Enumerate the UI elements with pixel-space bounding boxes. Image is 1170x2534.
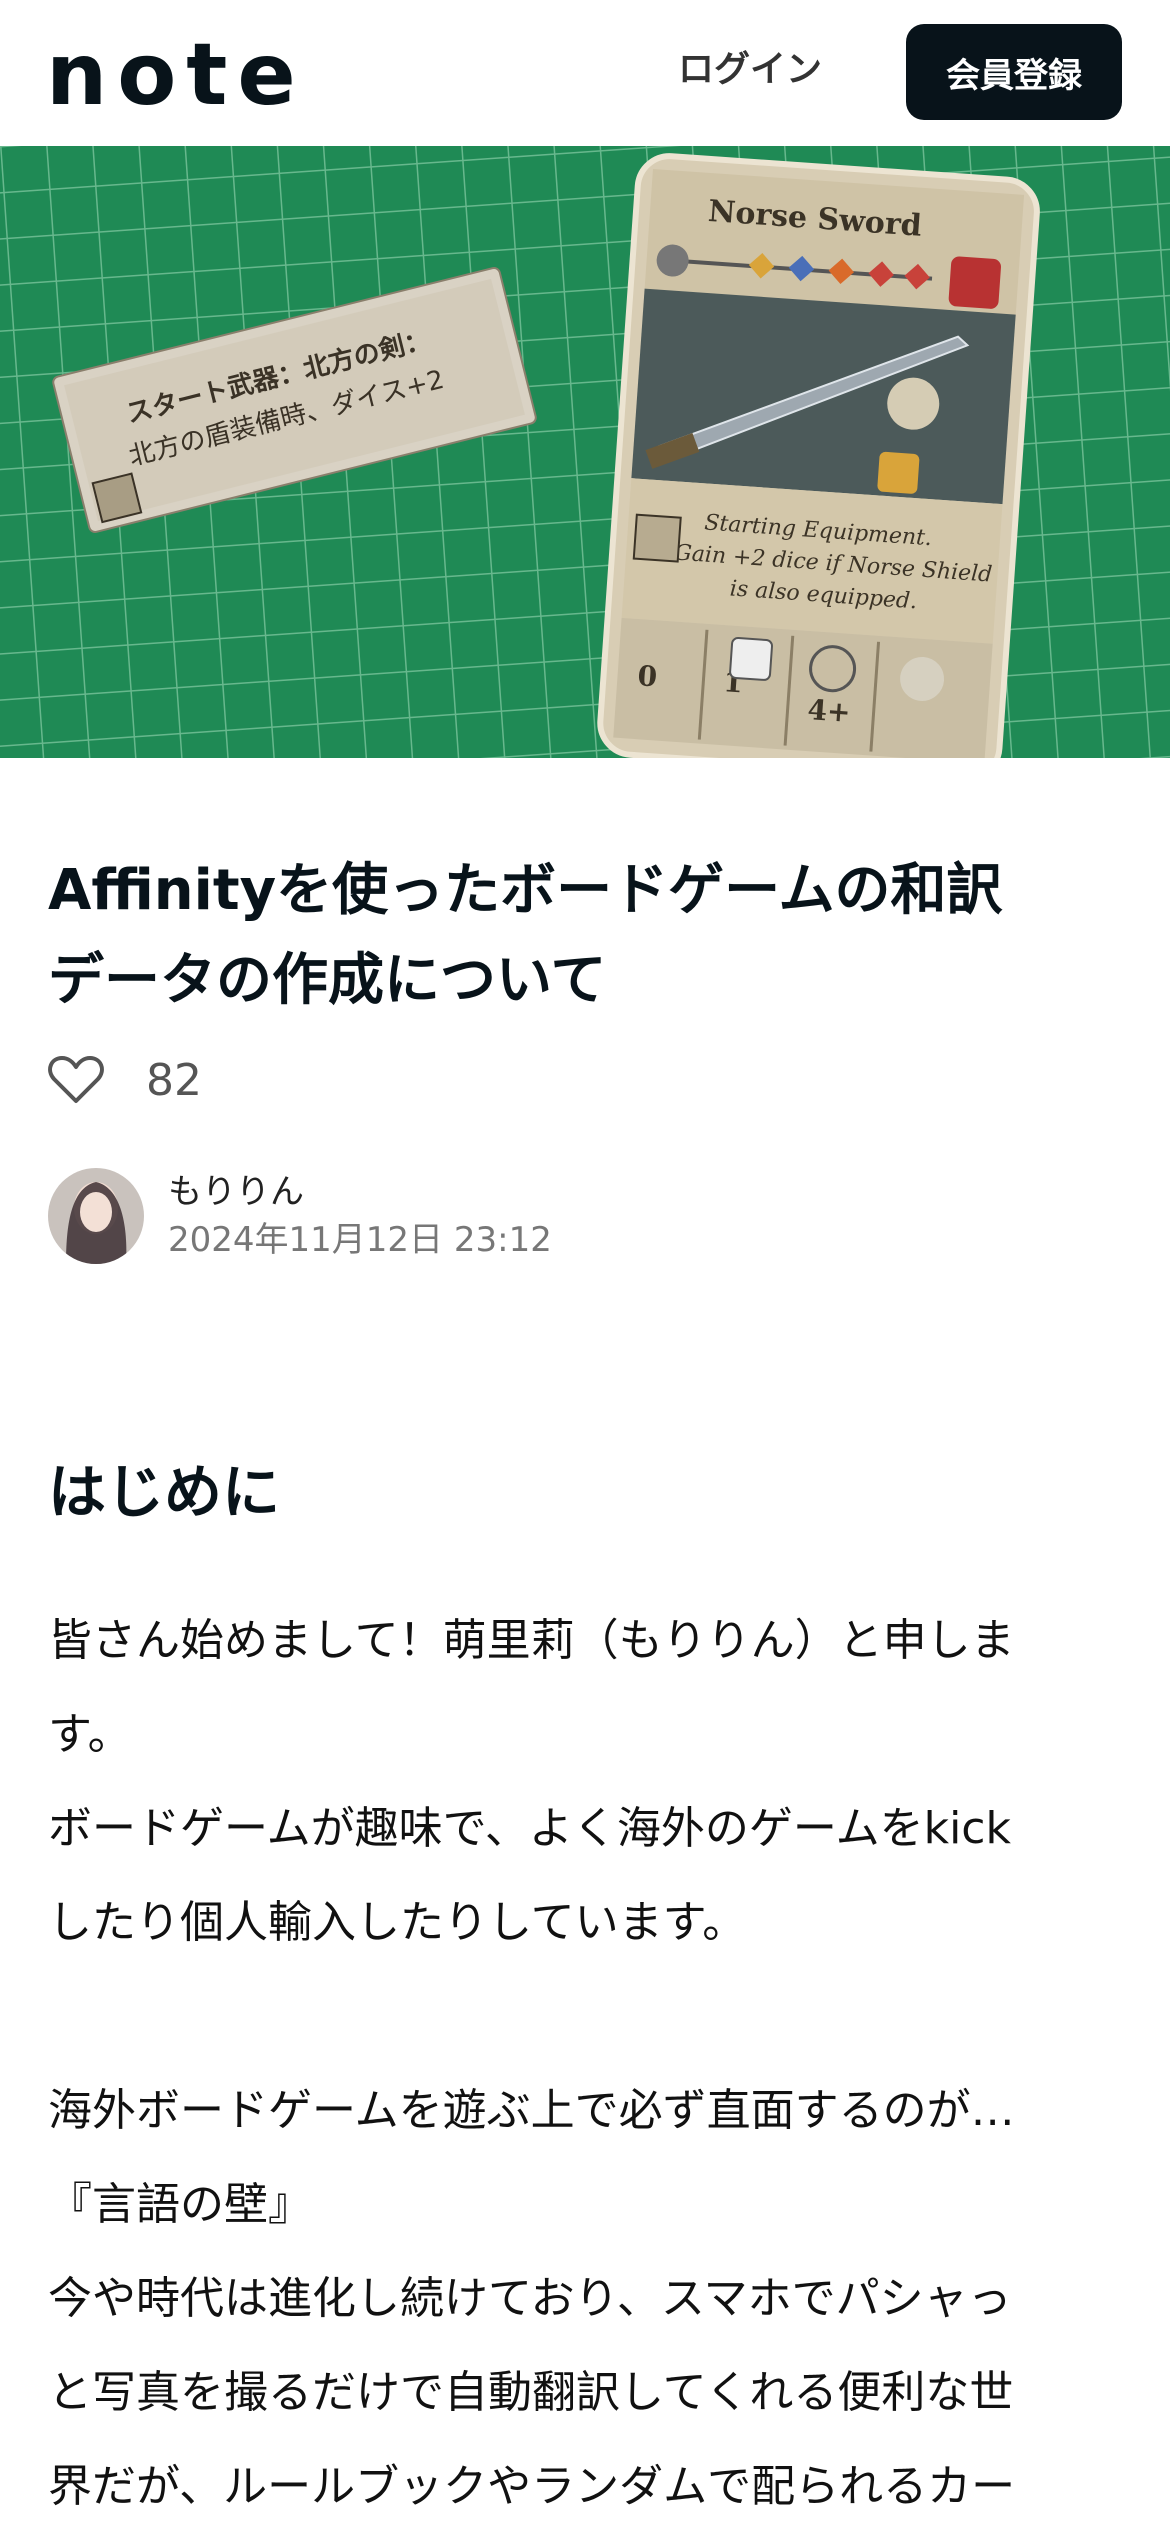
article-body: 皆さん始めまして！萌里莉（もりりん）と申しま す。 ボードゲームが趣味で、よく海… <box>48 1594 1128 2534</box>
section-heading: はじめに <box>48 1458 281 1526</box>
body-line: 『言語の壁』 <box>48 2179 312 2230</box>
body-line: す。 <box>48 1709 132 1760</box>
author-block[interactable]: もりりん 2024年11月12日 23:12 <box>48 1168 552 1264</box>
body-line: 今や時代は進化し続けており、スマホでパシャっ <box>48 2273 1012 2324</box>
norse-sword-card: Norse Sword Starting Equipment. Gain +2 … <box>597 153 1040 758</box>
title-line-1: Affinityを使ったボードゲームの和訳 <box>48 858 1003 923</box>
body-line: 海外ボードゲームを遊ぶ上で必ず直面するのが… <box>48 2085 1015 2136</box>
note-logo[interactable]: note <box>46 30 306 120</box>
body-line: ボードゲームが趣味で、よく海外のゲームをkick <box>48 1803 1011 1854</box>
body-line: したり個人輸入したりしています。 <box>48 1897 747 1948</box>
publish-date: 2024年11月12日 23:12 <box>168 1220 552 1260</box>
signup-button[interactable]: 会員登録 <box>906 24 1122 120</box>
like-count: 82 <box>146 1054 202 1106</box>
board-game-photo: スタート武器：北方の剣： 北方の盾装備時、ダイス+2 Norse Sword S… <box>0 146 1170 758</box>
body-line: 界だが、ルールブックやランダムで配られるカー <box>48 2461 1016 2512</box>
card-num-0: 0 <box>636 659 658 693</box>
heart-icon[interactable] <box>48 1055 104 1105</box>
login-link[interactable]: ログイン <box>678 46 822 94</box>
card-num-4plus: 4+ <box>807 693 852 729</box>
body-line: 皆さん始めまして！萌里莉（もりりん）と申しま <box>48 1615 1015 1666</box>
avatar[interactable] <box>48 1168 144 1264</box>
author-name[interactable]: もりりん <box>168 1168 552 1216</box>
body-line: と写真を撮るだけで自動翻訳してくれる便利な世 <box>48 2367 1014 2418</box>
article-title: Affinityを使ったボードゲームの和訳 データの作成について <box>48 846 1128 1026</box>
like-row: 82 <box>48 1050 202 1110</box>
title-line-2: データの作成について <box>48 948 607 1013</box>
top-header: note ログイン 会員登録 <box>0 0 1170 146</box>
hero-image: スタート武器：北方の剣： 北方の盾装備時、ダイス+2 Norse Sword S… <box>0 146 1170 758</box>
